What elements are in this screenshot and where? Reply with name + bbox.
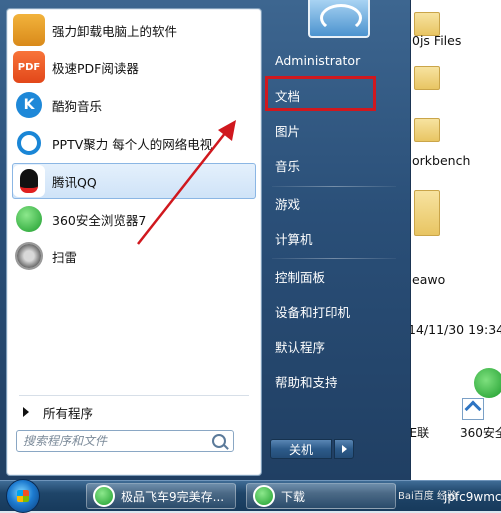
all-programs-label: 所有程序 (43, 405, 94, 421)
program-label: PPTV聚力 每个人的网络电视 (52, 136, 213, 152)
all-programs-button[interactable]: 所有程序 (17, 401, 253, 423)
uninstall-icon (13, 14, 45, 46)
qq-icon (13, 165, 45, 197)
taskbar-button-label: 下载 (281, 489, 306, 504)
taskbar-button-download[interactable]: 下载 (246, 483, 396, 509)
program-label: 扫雷 (52, 249, 78, 265)
kugou-letter: K (16, 92, 42, 118)
folder-icon (414, 66, 440, 90)
search-input[interactable] (16, 430, 234, 452)
menu-item-devices-printers[interactable]: 设备和打印机 (270, 297, 398, 325)
program-item-kugou[interactable]: K 酷狗音乐 (13, 88, 255, 122)
minesweeper-icon (13, 240, 45, 272)
search-icon[interactable] (212, 434, 226, 448)
menu-item-computer[interactable]: 计算机 (270, 224, 398, 252)
explorer-window-background: 0js Files orkbench eawo 14/11/30 19:34 (405, 0, 501, 480)
menu-item-control-panel[interactable]: 控制面板 (270, 262, 398, 290)
folder-icon (414, 118, 440, 142)
program-label: 极速PDF阅读器 (52, 60, 139, 76)
arrow-right-icon (341, 445, 347, 453)
menu-item-default-programs[interactable]: 默认程序 (270, 332, 398, 360)
arrow-right-icon (23, 407, 29, 417)
program-item-minesweeper[interactable]: 扫雷 (13, 239, 255, 273)
menu-item-pictures[interactable]: 图片 (270, 116, 398, 144)
windows-logo-icon (17, 490, 29, 502)
menu-item-administrator[interactable]: Administrator (270, 46, 398, 74)
explorer-folder-item[interactable] (406, 184, 501, 236)
explorer-folder-item[interactable] (406, 112, 501, 152)
divider (272, 186, 396, 187)
program-label: 360安全浏览器7 (52, 212, 147, 228)
program-label: 腾讯QQ (52, 174, 97, 190)
taskbar-extra-label[interactable]: jpfc9wmc (444, 490, 501, 504)
kugou-icon: K (13, 89, 45, 121)
program-item-qq[interactable]: 腾讯QQ (12, 163, 256, 199)
program-item-uninstaller[interactable]: 强力卸载电脑上的软件 (13, 13, 255, 47)
shutdown-button[interactable]: 关机 (270, 439, 332, 459)
documents-highlight-box (265, 76, 376, 111)
360-browser-icon (13, 203, 45, 235)
folder-icon (414, 190, 440, 236)
taskbar-button-label: 极品飞车9完美存... (121, 489, 225, 504)
shutdown-options-button[interactable] (334, 439, 354, 459)
program-item-pdf-reader[interactable]: PDF 极速PDF阅读器 (13, 50, 255, 84)
pptv-icon (13, 127, 45, 159)
pdf-reader-icon: PDF (13, 51, 45, 83)
explorer-folder-item[interactable] (406, 60, 501, 100)
program-item-360-browser[interactable]: 360安全浏览器7 (13, 202, 255, 236)
explorer-item-label: orkbench (412, 153, 471, 168)
360-browser-icon (93, 485, 115, 507)
divider (19, 395, 249, 396)
desktop-icon-label: 360安全 (460, 426, 501, 440)
taskbar: 极品飞车9完美存... 下载 Bai百度 经验 jpfc9wmc (0, 479, 501, 513)
program-item-pptv[interactable]: PPTV聚力 每个人的网络电视 (13, 126, 255, 160)
desktop-360-icon[interactable] (474, 368, 501, 398)
user-avatar[interactable] (308, 0, 370, 38)
start-button[interactable] (6, 479, 40, 513)
program-label: 强力卸载电脑上的软件 (52, 23, 178, 39)
explorer-item-label: 0js Files (412, 33, 462, 48)
menu-item-games[interactable]: 游戏 (270, 189, 398, 217)
menu-item-music[interactable]: 音乐 (270, 151, 398, 179)
taskbar-button-360[interactable]: 极品飞车9完美存... (86, 483, 236, 509)
explorer-item-date: 14/11/30 19:34 (408, 322, 501, 337)
shortcut-arrow-icon[interactable] (462, 398, 484, 420)
programs-pane: 强力卸载电脑上的软件 PDF 极速PDF阅读器 K 酷狗音乐 PPTV聚力 每个… (6, 8, 262, 476)
start-menu: 强力卸载电脑上的软件 PDF 极速PDF阅读器 K 酷狗音乐 PPTV聚力 每个… (0, 0, 411, 480)
menu-item-help-support[interactable]: 帮助和支持 (270, 367, 398, 395)
program-label: 酷狗音乐 (52, 98, 103, 114)
explorer-item-label: eawo (412, 272, 446, 287)
divider (272, 258, 396, 259)
360-browser-icon (253, 485, 275, 507)
